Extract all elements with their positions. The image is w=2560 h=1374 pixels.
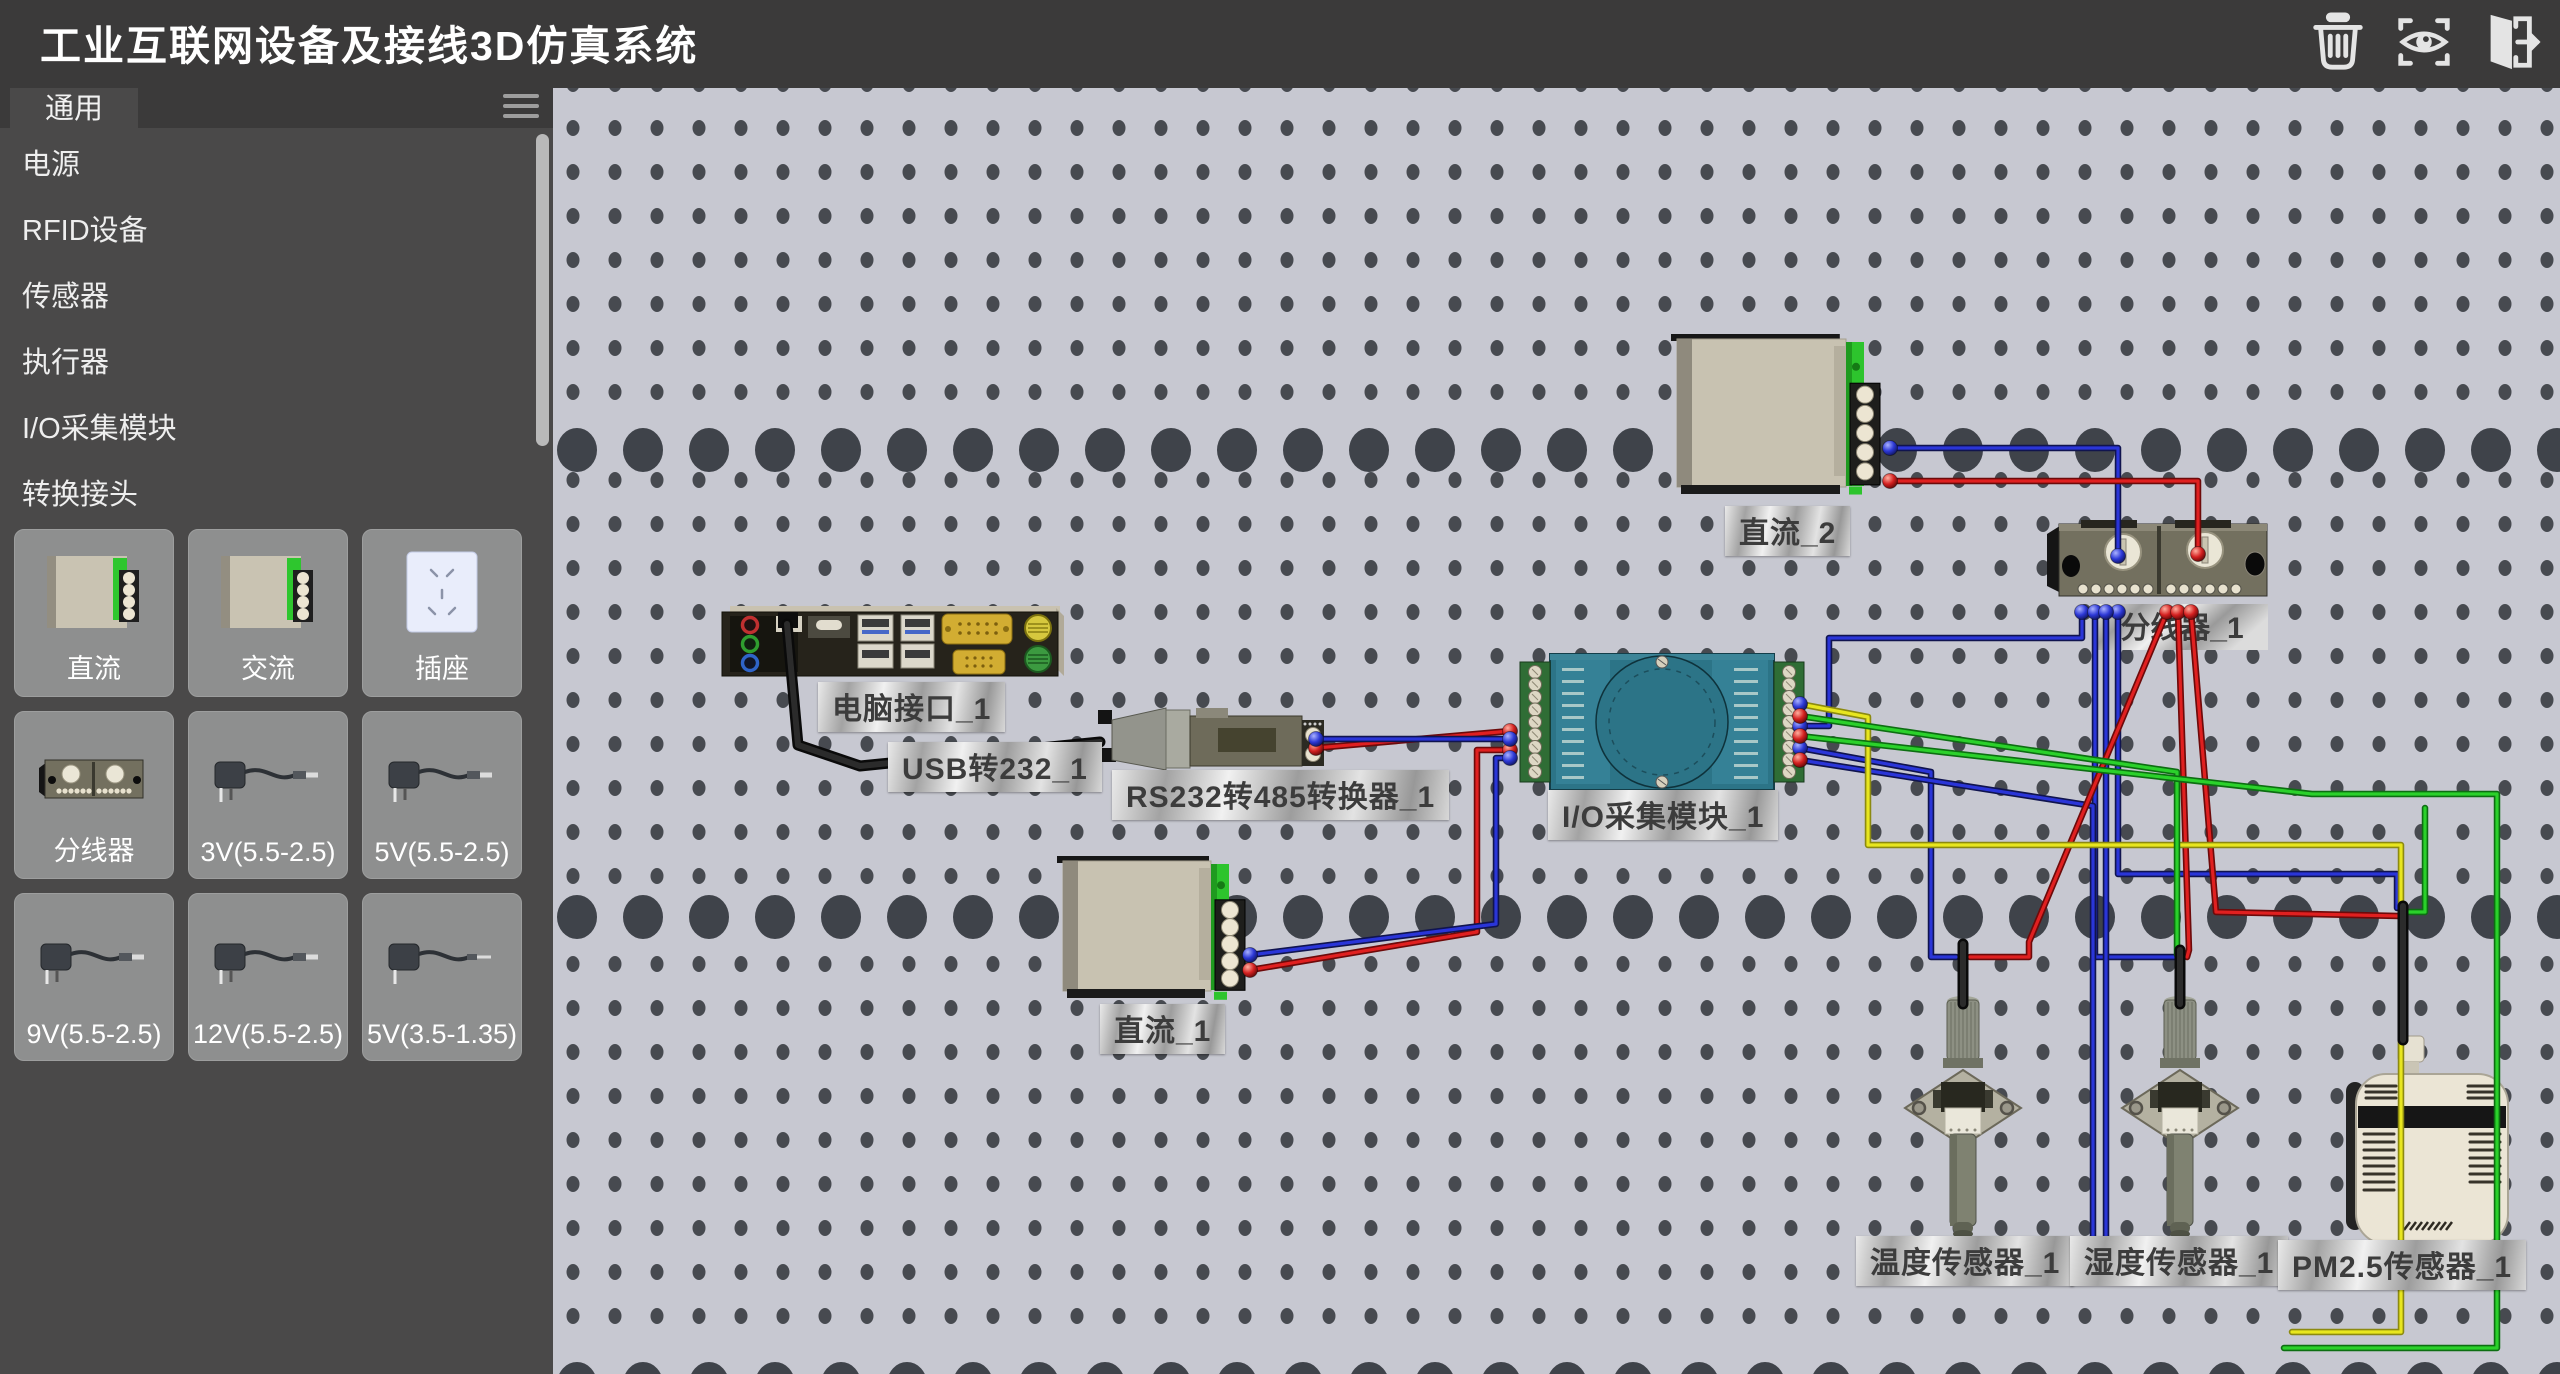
view-icon xyxy=(2393,9,2455,80)
sidebar-item-电源[interactable]: 电源 xyxy=(0,132,530,198)
splitter-thumbnail xyxy=(33,722,155,829)
app-title: 工业互联网设备及接线3D仿真系统 xyxy=(40,0,698,88)
sidebar-item-传感器[interactable]: 传感器 xyxy=(0,264,530,330)
device-palette: 直流 交流 插座分线器 3V(5.5-2.5) 5V(5.5-2.5) 9V(5.5-2.… xyxy=(14,529,539,1061)
socket-thumbnail xyxy=(381,540,503,647)
palette-item-5V(3.5-1.35)[interactable]: 5V(3.5-1.35) xyxy=(362,893,522,1061)
trash-icon xyxy=(2307,9,2369,80)
scene-svg: 分线器_1 xyxy=(553,88,2560,1374)
wire-connector-ball[interactable] xyxy=(1503,751,1518,766)
adapter-thumbnail xyxy=(33,912,155,1019)
wire-connector-ball[interactable] xyxy=(1309,732,1324,747)
palette-item-label: 12V(5.5-2.5) xyxy=(193,1019,343,1050)
palette-item-交流[interactable]: 交流 xyxy=(188,529,348,697)
sidebar: 通用 电源RFID设备传感器执行器I/O采集模块转换接头 直流 交流 插座分线器 3V… xyxy=(0,88,553,1374)
wire-connector-ball[interactable] xyxy=(2111,549,2126,564)
wire-connector-ball[interactable] xyxy=(1243,948,1258,963)
hamburger-menu-icon[interactable] xyxy=(503,88,539,120)
wire-connector-ball[interactable] xyxy=(1503,732,1518,747)
sidebar-item-I/O采集模块[interactable]: I/O采集模块 xyxy=(0,396,530,462)
device-dc2[interactable] xyxy=(1671,334,1880,495)
palette-item-label: 9V(5.5-2.5) xyxy=(26,1019,161,1050)
wire-connector-ball[interactable] xyxy=(1883,474,1898,489)
palette-item-label: 5V(3.5-1.35) xyxy=(367,1019,517,1050)
device-io1[interactable] xyxy=(1520,654,1804,790)
toolbar xyxy=(2306,10,2542,78)
palette-item-label: 插座 xyxy=(415,647,469,686)
wire-connector-ball[interactable] xyxy=(1793,709,1808,724)
device-conv1[interactable] xyxy=(1098,708,1324,770)
trash-button[interactable] xyxy=(2306,10,2370,78)
view-button[interactable] xyxy=(2392,10,2456,78)
dc-thumbnail xyxy=(33,540,155,647)
palette-item-直流[interactable]: 直流 xyxy=(14,529,174,697)
palette-item-分线器[interactable]: 分线器 xyxy=(14,711,174,879)
exit-button[interactable] xyxy=(2478,10,2542,78)
device-dc1[interactable] xyxy=(1057,856,1245,1000)
palette-item-12V(5.5-2.5)[interactable]: 12V(5.5-2.5) xyxy=(188,893,348,1061)
palette-item-label: 交流 xyxy=(241,647,295,686)
wire-connector-ball[interactable] xyxy=(1243,963,1258,978)
palette-item-label: 分线器 xyxy=(54,829,135,868)
wire-connector-ball[interactable] xyxy=(1883,441,1898,456)
sidebar-item-转换接头[interactable]: 转换接头 xyxy=(0,462,530,528)
wire-connector-ball[interactable] xyxy=(2099,605,2114,620)
wire-connector-ball[interactable] xyxy=(1793,729,1808,744)
palette-item-5V(5.5-2.5)[interactable]: 5V(5.5-2.5) xyxy=(362,711,522,879)
tab-general[interactable]: 通用 xyxy=(10,88,138,128)
palette-item-插座[interactable]: 插座 xyxy=(362,529,522,697)
adapter-thumbnail xyxy=(207,730,329,837)
app-root: 工业互联网设备及接线3D仿真系统 通用 电源RFID设备传感器执行器I/O采集模… xyxy=(0,0,2560,1374)
device-pc1[interactable] xyxy=(722,606,1064,676)
sidebar-scrollbar[interactable] xyxy=(536,134,549,446)
canvas-3d-view[interactable]: 分线器_1 直流_2电脑接口_1RS232转485转换器_1USB转232_1I… xyxy=(553,88,2560,1374)
sidebar-item-执行器[interactable]: 执行器 xyxy=(0,330,530,396)
dc-thumbnail xyxy=(207,540,329,647)
adapter-thumbnail xyxy=(381,730,503,837)
adapter-thumbnail xyxy=(207,912,329,1019)
exit-icon xyxy=(2479,9,2541,80)
palette-item-label: 直流 xyxy=(67,647,121,686)
wire-connector-ball[interactable] xyxy=(2184,605,2199,620)
sidebar-item-RFID设备[interactable]: RFID设备 xyxy=(0,198,530,264)
palette-item-9V(5.5-2.5)[interactable]: 9V(5.5-2.5) xyxy=(14,893,174,1061)
device-splitter1[interactable] xyxy=(2047,520,2267,596)
palette-item-label: 5V(5.5-2.5) xyxy=(374,837,509,868)
palette-item-label: 3V(5.5-2.5) xyxy=(200,837,335,868)
sidebar-menu: 电源RFID设备传感器执行器I/O采集模块转换接头 xyxy=(0,132,530,528)
palette-item-3V(5.5-2.5)[interactable]: 3V(5.5-2.5) xyxy=(188,711,348,879)
wire-connector-ball[interactable] xyxy=(1793,753,1808,768)
title-bar: 工业互联网设备及接线3D仿真系统 xyxy=(0,0,2560,88)
adapter_thin-thumbnail xyxy=(381,912,503,1019)
wire-connector-ball[interactable] xyxy=(2191,547,2206,562)
sidebar-tabstrip: 通用 xyxy=(0,88,553,128)
